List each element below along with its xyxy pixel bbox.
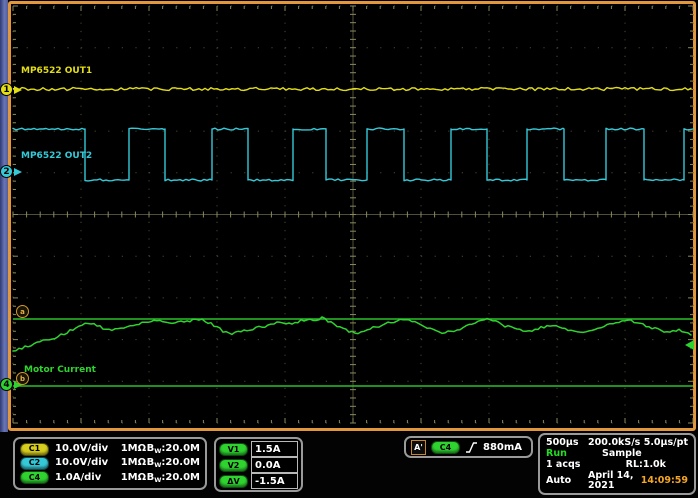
channel4-scale: 1.0A/div bbox=[55, 473, 119, 483]
cursor-v2-row[interactable]: V2 0.0A bbox=[219, 457, 298, 473]
trigger-level-marker[interactable] bbox=[685, 340, 694, 350]
time-display: 14:09:59 bbox=[641, 476, 688, 486]
channel4-badge[interactable]: C4 bbox=[20, 471, 49, 484]
cursor-delta-badge[interactable]: ΔV bbox=[219, 475, 248, 488]
cursor-v1-row[interactable]: V1 1.5A bbox=[219, 441, 298, 457]
channel1-settings-row[interactable]: C1 10.0V/div 1MΩ BW:20.0M bbox=[20, 443, 200, 456]
horizontal-scale: 500µs bbox=[546, 438, 588, 448]
channel-settings-box: C1 10.0V/div 1MΩ BW:20.0M C2 10.0V/div 1… bbox=[13, 437, 207, 490]
channel4-bandwidth: BW:20.0M bbox=[147, 473, 200, 483]
channel2-marker-arrow-icon bbox=[14, 168, 22, 176]
channel1-marker-number: 1 bbox=[0, 83, 13, 96]
channel1-bandwidth: BW:20.0M bbox=[147, 444, 200, 454]
trigger-mode: Auto bbox=[546, 476, 588, 486]
run-state: Run bbox=[546, 449, 588, 459]
sample-rate: 200.0kS/s bbox=[588, 438, 640, 448]
channel2-badge[interactable]: C2 bbox=[20, 457, 49, 470]
channel1-scale: 10.0V/div bbox=[55, 444, 119, 454]
waveform-display bbox=[0, 0, 698, 432]
cursor-delta-row[interactable]: ΔV -1.5A bbox=[219, 473, 298, 489]
channel4-settings-row[interactable]: C4 1.0A/div 1MΩ BW:20.0M bbox=[20, 471, 200, 484]
sample-resolution: 5.0µs/pt bbox=[644, 438, 688, 448]
cursor-v1-value: 1.5A bbox=[251, 441, 298, 457]
channel2-marker-number: 2 bbox=[0, 165, 13, 178]
cursor-v1-badge[interactable]: V1 bbox=[219, 443, 248, 456]
channel2-marker[interactable]: 2 bbox=[0, 165, 22, 178]
channel2-waveform-label: MP6522 OUT2 bbox=[21, 151, 92, 161]
readout-bar: C1 10.0V/div 1MΩ BW:20.0M C2 10.0V/div 1… bbox=[0, 432, 698, 498]
channel2-settings-row[interactable]: C2 10.0V/div 1MΩ BW:20.0M bbox=[20, 457, 200, 470]
cursor-a-handle[interactable]: a bbox=[16, 305, 29, 318]
channel2-bandwidth: BW:20.0M bbox=[147, 458, 200, 468]
channel1-waveform-label: MP6522 OUT1 bbox=[21, 66, 92, 76]
cursor-readout-box: V1 1.5A V2 0.0A ΔV -1.5A bbox=[214, 437, 303, 492]
cursor-b-handle[interactable]: b bbox=[16, 372, 29, 385]
acquisition-mode: Sample bbox=[602, 449, 642, 459]
channel4-marker-number: 4 bbox=[0, 378, 13, 391]
acquisition-count: 1 acqs bbox=[546, 460, 580, 470]
channel4-impedance: 1MΩ bbox=[121, 473, 147, 483]
channel2-scale: 10.0V/div bbox=[55, 458, 119, 468]
cursor-v2-value: 0.0A bbox=[251, 457, 298, 473]
channel2-impedance: 1MΩ bbox=[121, 458, 147, 468]
channel1-badge[interactable]: C1 bbox=[20, 443, 49, 456]
channel1-marker[interactable]: 1 bbox=[0, 83, 22, 96]
trigger-settings-box[interactable]: A' C4 880mA bbox=[404, 436, 533, 458]
trigger-mode-badge[interactable]: A' bbox=[411, 440, 426, 455]
trigger-level-value: 880mA bbox=[483, 442, 522, 453]
cursor-v2-badge[interactable]: V2 bbox=[219, 459, 248, 472]
rising-edge-icon bbox=[465, 441, 478, 454]
channel4-waveform-label: Motor Current bbox=[24, 365, 96, 375]
timebase-acquisition-box[interactable]: 500µs 200.0kS/s 5.0µs/pt Run Sample 1 ac… bbox=[538, 433, 696, 495]
channel1-impedance: 1MΩ bbox=[121, 444, 147, 454]
channel1-marker-arrow-icon bbox=[14, 86, 22, 94]
trigger-source-badge[interactable]: C4 bbox=[431, 441, 460, 454]
record-length: RL:1.0k bbox=[626, 460, 666, 470]
date-display: April 14, 2021 bbox=[588, 471, 641, 490]
cursor-delta-value: -1.5A bbox=[251, 473, 298, 489]
